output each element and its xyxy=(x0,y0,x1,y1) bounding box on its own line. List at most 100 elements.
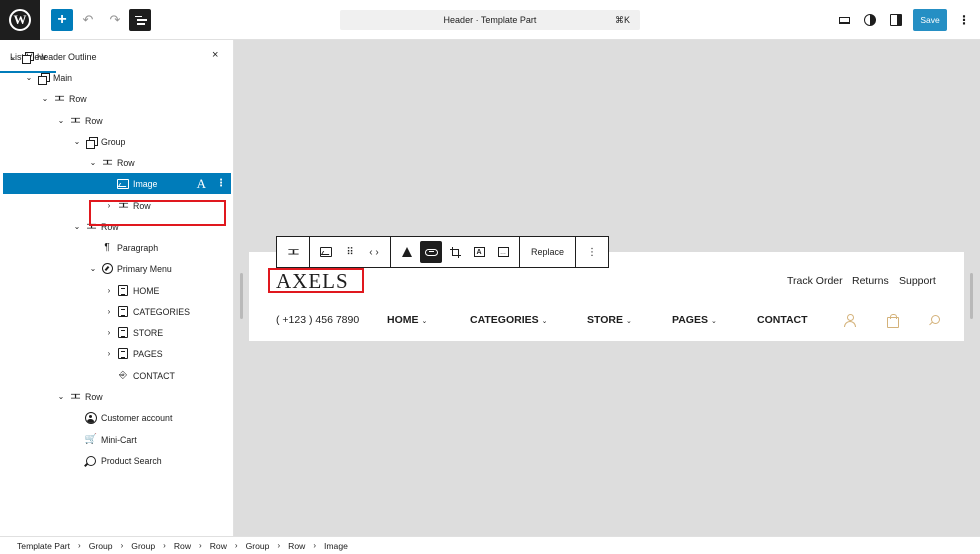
redo-button[interactable]: ↷ xyxy=(104,9,126,31)
command-palette-bar[interactable]: Header · Template Part ⌘K xyxy=(340,10,640,30)
breadcrumb-item[interactable]: Template Part xyxy=(17,541,70,551)
tree-item-group[interactable]: ⌄ Group xyxy=(0,131,234,152)
breadcrumb-separator-icon: › xyxy=(199,541,202,550)
preview-button[interactable] xyxy=(836,12,852,28)
product-search-icon[interactable] xyxy=(929,315,940,325)
block-options-button[interactable]: ⋮ xyxy=(581,241,603,263)
nav-categories[interactable]: CATEGORIES ⌄ xyxy=(470,314,548,326)
wordpress-logo-button[interactable]: W xyxy=(0,0,40,40)
parent-group: ⊐⊏ xyxy=(277,237,310,267)
tree-item-mini-cart[interactable]: 🛒 Mini-Cart xyxy=(0,429,234,450)
link-track-order[interactable]: Track Order xyxy=(787,275,843,287)
breadcrumb-item[interactable]: Row xyxy=(288,541,305,551)
customer-account-icon[interactable] xyxy=(844,314,856,327)
breadcrumb-separator-icon: › xyxy=(277,541,281,550)
chevron-down-icon[interactable]: ⌄ xyxy=(88,264,98,273)
submenu-icon xyxy=(116,305,130,319)
tree-item-row[interactable]: ⌄ ⊐⊏ Row xyxy=(0,152,234,173)
duotone-button[interactable] xyxy=(396,241,418,263)
nav-label: STORE xyxy=(587,314,623,326)
drag-handle[interactable]: ⠿ xyxy=(339,241,361,263)
nav-pages[interactable]: PAGES ⌄ xyxy=(672,314,717,326)
row-icon: ⊐⊏ xyxy=(102,157,113,168)
chevron-right-icon[interactable]: › xyxy=(104,328,114,337)
nav-store[interactable]: STORE ⌄ xyxy=(587,314,632,326)
tree-item-row[interactable]: ⌄ ⊐⊏ Row xyxy=(0,216,234,237)
tree-item-row[interactable]: ⌄ ⊐⊏ Row xyxy=(0,88,234,109)
tree-item-label: Paragraph xyxy=(117,242,159,253)
text-overlay-icon: A xyxy=(473,247,485,257)
tree-item-primary-menu[interactable]: ⌄ Primary Menu xyxy=(0,258,234,279)
styles-button[interactable] xyxy=(862,12,878,28)
tree-item-home[interactable]: › HOME xyxy=(0,280,234,301)
chevron-down-icon[interactable]: ⌄ xyxy=(40,94,50,103)
tree-item-product-search[interactable]: Product Search xyxy=(0,450,234,471)
row-icon: ⊐⊏ xyxy=(86,221,97,232)
tree-item-label: STORE xyxy=(133,327,164,338)
replace-button[interactable]: Replace xyxy=(525,241,570,263)
tree-item-label: Row xyxy=(101,221,119,232)
settings-button[interactable] xyxy=(888,12,904,28)
select-parent-row-icon[interactable]: ⊐⊏ xyxy=(282,241,304,263)
tree-item-pages[interactable]: › PAGES xyxy=(0,343,234,364)
tree-item-label: Primary Menu xyxy=(117,263,172,274)
chevron-down-icon[interactable]: ⌄ xyxy=(72,137,82,146)
chevron-down-icon: ⌄ xyxy=(625,318,632,325)
chevron-down-icon[interactable]: ⌄ xyxy=(56,392,66,401)
add-block-button[interactable]: + xyxy=(51,9,73,31)
breadcrumb-item[interactable]: Group xyxy=(89,541,113,551)
tree-item-customer-account[interactable]: Customer account xyxy=(0,407,234,428)
caption-button[interactable]: … xyxy=(492,241,514,263)
tree-item-paragraph[interactable]: ¶ Paragraph xyxy=(0,237,234,258)
tree-item-image[interactable]: Image A ⋮ xyxy=(3,173,231,194)
nav-contact[interactable]: CONTACT xyxy=(757,314,808,326)
options-button[interactable]: ⋮ xyxy=(957,12,971,28)
wordpress-icon: W xyxy=(9,9,31,31)
link-support[interactable]: Support xyxy=(899,275,936,287)
chevron-down-icon[interactable]: ⌄ xyxy=(8,52,18,61)
crop-button[interactable] xyxy=(444,241,466,263)
mini-cart-icon[interactable] xyxy=(887,314,899,328)
replace-group: Replace xyxy=(520,237,577,267)
duotone-icon xyxy=(402,247,412,257)
tree-item-main[interactable]: ⌄ Main xyxy=(0,67,234,88)
chevron-down-icon[interactable]: ⌄ xyxy=(56,116,66,125)
link-button[interactable] xyxy=(420,241,442,263)
tree-item-store[interactable]: › STORE xyxy=(0,322,234,343)
nav-home[interactable]: HOME ⌄ xyxy=(387,314,427,326)
row-icon: ⊐⊏ xyxy=(70,391,81,402)
save-button[interactable]: Save xyxy=(913,9,947,31)
group-icon xyxy=(84,135,98,149)
breadcrumb-item[interactable]: Row xyxy=(210,541,227,551)
phone-paragraph[interactable]: ( +123 ) 456 7890 xyxy=(276,314,359,326)
tree-item-row[interactable]: ⌄ ⊐⊏ Row xyxy=(0,386,234,407)
image-block-switcher[interactable] xyxy=(315,241,337,263)
breadcrumb-item[interactable]: Group xyxy=(131,541,155,551)
breadcrumb-item[interactable]: Group xyxy=(246,541,270,551)
text-overlay-button[interactable]: A xyxy=(468,241,490,263)
breadcrumb-item[interactable]: Row xyxy=(174,541,191,551)
move-arrows[interactable]: ‹ › xyxy=(363,241,385,263)
chevron-right-icon[interactable]: › xyxy=(104,201,114,210)
undo-button[interactable]: ↶ xyxy=(77,9,99,31)
resize-handle-left[interactable] xyxy=(240,273,243,319)
tree-item-contact[interactable]: ⎆ CONTACT xyxy=(0,365,234,386)
chevron-down-icon[interactable]: ⌄ xyxy=(88,158,98,167)
site-logo-image[interactable]: AXELS xyxy=(276,270,349,292)
mini-cart-icon: 🛒 xyxy=(84,434,98,445)
submenu-icon xyxy=(116,326,130,340)
chevron-right-icon[interactable]: › xyxy=(104,286,114,295)
item-options-button[interactable]: ⋮ xyxy=(216,178,226,189)
tree-item-categories[interactable]: › CATEGORIES xyxy=(0,301,234,322)
resize-handle-right[interactable] xyxy=(970,273,973,319)
document-overview-button[interactable] xyxy=(129,9,151,31)
chevron-right-icon[interactable]: › xyxy=(104,307,114,316)
chevron-down-icon[interactable]: ⌄ xyxy=(72,222,82,231)
tree-item-label: CONTACT xyxy=(133,370,175,381)
tree-item-row[interactable]: ⌄ ⊐⊏ Row xyxy=(0,110,234,131)
tree-item-header[interactable]: ⌄ Header xyxy=(0,46,234,67)
chevron-down-icon[interactable]: ⌄ xyxy=(24,73,34,82)
link-returns[interactable]: Returns xyxy=(852,275,889,287)
tree-item-row[interactable]: › ⊐⊏ Row xyxy=(0,195,234,216)
chevron-right-icon[interactable]: › xyxy=(104,349,114,358)
